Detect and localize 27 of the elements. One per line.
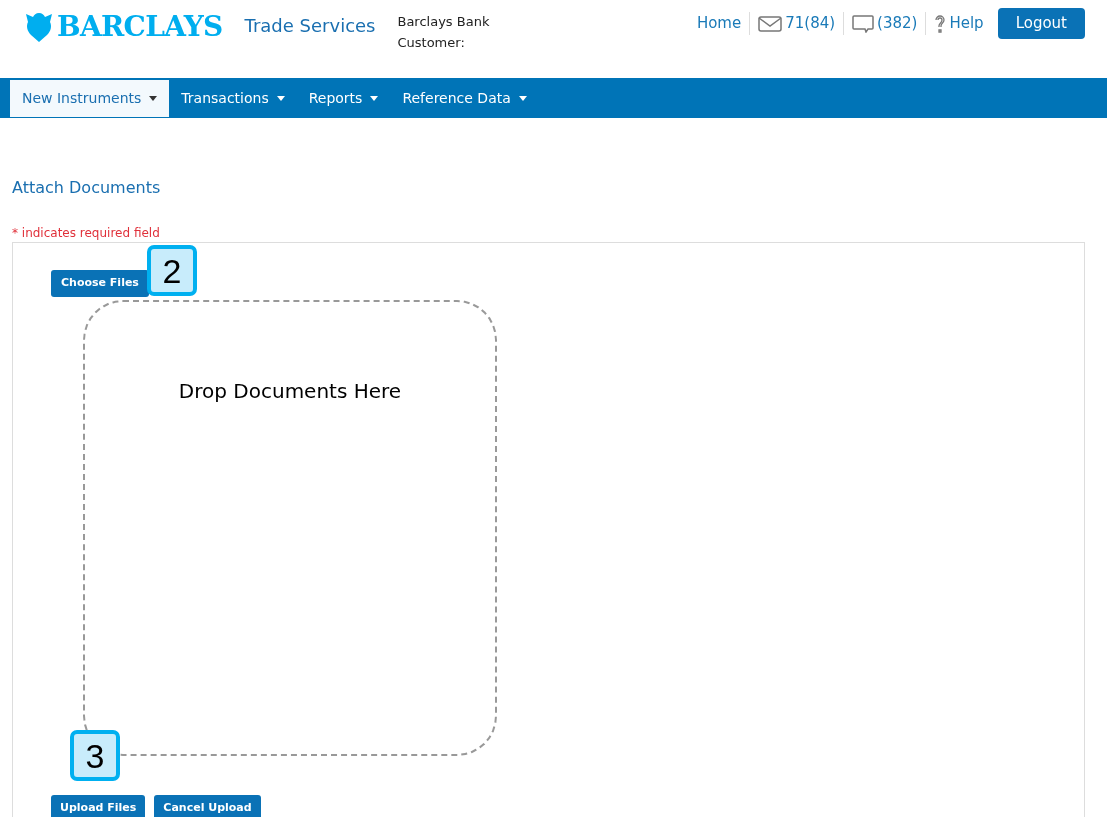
nav-menu-item[interactable]: Reference Data [390, 80, 539, 117]
header-link[interactable]: 71(84) [758, 12, 836, 35]
choose-files-button[interactable]: Choose Files [51, 269, 149, 297]
app-title: Trade Services [244, 14, 376, 38]
required-note: * indicates required field [12, 225, 161, 242]
nav-menu-item[interactable]: Reports [296, 80, 391, 117]
nav-menu-item[interactable]: New Instruments [10, 80, 170, 117]
caret-icon [276, 96, 285, 101]
header-link[interactable]: Home [696, 12, 742, 35]
header-link[interactable]: (382) [852, 12, 918, 35]
header-link[interactable]: Help [934, 12, 984, 35]
help-icon [934, 14, 947, 33]
step-callout: 3 [70, 730, 120, 781]
upload-action-button[interactable]: Cancel Upload [154, 794, 261, 817]
caret-icon [370, 96, 379, 101]
bank-name: Barclays Bank [397, 13, 490, 31]
step-callout: 2 [147, 245, 197, 296]
nav-menu-item[interactable]: Transactions [169, 80, 297, 117]
caret-icon [149, 96, 158, 101]
caret-icon [518, 96, 527, 101]
page-title: Attach Documents [12, 177, 162, 199]
upload-action-button[interactable]: Upload Files [51, 794, 146, 817]
brand-logo: BARCLAYS [57, 9, 223, 45]
logout-button[interactable]: Logout [997, 8, 1085, 39]
envelope-icon [758, 15, 783, 32]
chat-icon [852, 14, 875, 33]
customer-label: Customer: [397, 34, 466, 52]
